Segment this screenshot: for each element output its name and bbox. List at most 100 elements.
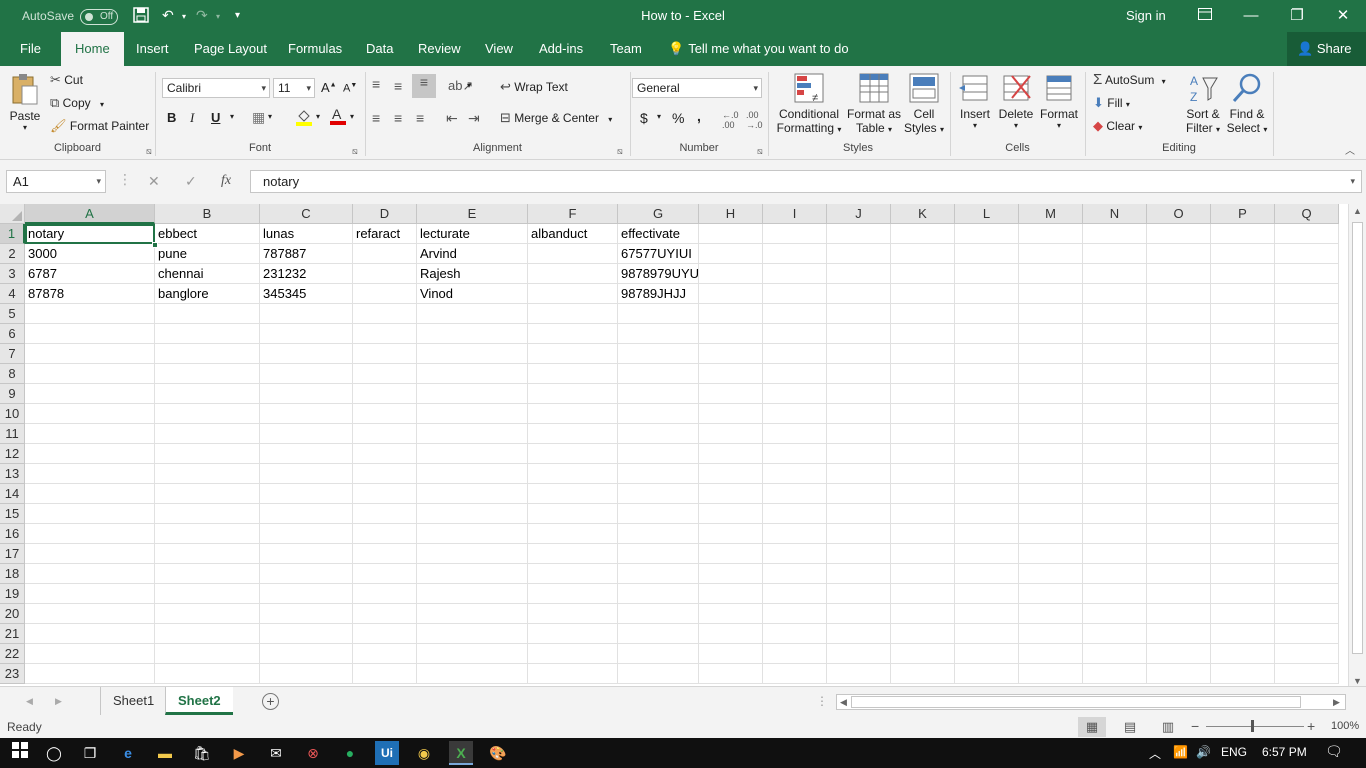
cell[interactable] bbox=[528, 644, 618, 664]
align-center-icon[interactable]: ≡ bbox=[394, 110, 402, 126]
row-header[interactable]: 14 bbox=[0, 484, 25, 504]
cell[interactable] bbox=[155, 524, 260, 544]
cell[interactable] bbox=[353, 384, 417, 404]
cell[interactable] bbox=[891, 304, 955, 324]
app-icon[interactable]: ⊗ bbox=[301, 741, 325, 765]
cell[interactable] bbox=[417, 404, 528, 424]
cell[interactable] bbox=[955, 344, 1019, 364]
cell[interactable] bbox=[1275, 464, 1339, 484]
cell[interactable] bbox=[763, 524, 827, 544]
row-header[interactable]: 19 bbox=[0, 584, 25, 604]
network-icon[interactable]: 📶 bbox=[1173, 745, 1188, 759]
cell[interactable] bbox=[827, 484, 891, 504]
cell[interactable] bbox=[1275, 524, 1339, 544]
cell[interactable] bbox=[955, 664, 1019, 684]
cell[interactable] bbox=[155, 624, 260, 644]
cell[interactable] bbox=[1275, 404, 1339, 424]
cell[interactable] bbox=[955, 284, 1019, 304]
cell[interactable] bbox=[699, 324, 763, 344]
mail-icon[interactable]: ✉ bbox=[264, 741, 288, 765]
column-header-b[interactable]: B bbox=[155, 204, 260, 224]
cell[interactable] bbox=[528, 404, 618, 424]
align-left-icon[interactable]: ≡ bbox=[372, 110, 380, 126]
cell[interactable] bbox=[699, 244, 763, 264]
fill-button[interactable]: ⬇ Fill ▾ bbox=[1093, 95, 1130, 111]
row-header[interactable]: 7 bbox=[0, 344, 25, 364]
cell[interactable] bbox=[1275, 384, 1339, 404]
cell[interactable] bbox=[1275, 664, 1339, 684]
cell[interactable] bbox=[155, 304, 260, 324]
cell[interactable] bbox=[155, 444, 260, 464]
cell[interactable] bbox=[618, 304, 699, 324]
cell[interactable] bbox=[763, 584, 827, 604]
column-header-c[interactable]: C bbox=[260, 204, 353, 224]
cell[interactable] bbox=[528, 344, 618, 364]
cell[interactable]: banglore bbox=[155, 284, 260, 304]
cell[interactable] bbox=[353, 584, 417, 604]
row-header[interactable]: 20 bbox=[0, 604, 25, 624]
decrease-decimal-icon[interactable]: .00 →.0 bbox=[746, 110, 763, 130]
alignment-launcher-icon[interactable]: ⧅ bbox=[617, 146, 623, 157]
cell[interactable] bbox=[417, 344, 528, 364]
cell[interactable] bbox=[763, 224, 827, 244]
horizontal-scroll-thumb[interactable] bbox=[851, 696, 1301, 708]
tab-add-ins[interactable]: Add-ins bbox=[539, 32, 583, 66]
cell[interactable] bbox=[955, 364, 1019, 384]
split-handle-icon[interactable]: ⋮ bbox=[816, 694, 828, 708]
cell[interactable] bbox=[763, 344, 827, 364]
cell[interactable] bbox=[528, 464, 618, 484]
cell[interactable] bbox=[763, 444, 827, 464]
cell[interactable] bbox=[699, 384, 763, 404]
borders-dropdown-icon[interactable]: ▾ bbox=[268, 112, 272, 121]
top-align-icon[interactable]: ≡ bbox=[372, 76, 380, 92]
cell[interactable] bbox=[155, 324, 260, 344]
cell[interactable] bbox=[260, 524, 353, 544]
cell[interactable] bbox=[417, 304, 528, 324]
tab-home[interactable]: Home bbox=[61, 32, 124, 66]
row-header[interactable]: 21 bbox=[0, 624, 25, 644]
row-header[interactable]: 6 bbox=[0, 324, 25, 344]
cell[interactable] bbox=[1211, 524, 1275, 544]
format-painter-button[interactable]: 🖌 Format Painter bbox=[50, 118, 149, 134]
cell[interactable] bbox=[699, 524, 763, 544]
cell[interactable] bbox=[417, 464, 528, 484]
orientation-dropdown-icon[interactable]: ▾ bbox=[467, 81, 471, 90]
cell[interactable] bbox=[417, 624, 528, 644]
cell[interactable] bbox=[618, 604, 699, 624]
task-view-icon[interactable]: ❐ bbox=[78, 741, 102, 765]
cell[interactable] bbox=[1211, 264, 1275, 284]
cell[interactable] bbox=[763, 624, 827, 644]
cell[interactable] bbox=[1019, 544, 1083, 564]
column-header-e[interactable]: E bbox=[417, 204, 528, 224]
cell[interactable] bbox=[1147, 484, 1211, 504]
cell[interactable] bbox=[417, 424, 528, 444]
row-header[interactable]: 11 bbox=[0, 424, 25, 444]
cell[interactable] bbox=[1211, 564, 1275, 584]
tab-formulas[interactable]: Formulas bbox=[288, 32, 342, 66]
cell[interactable] bbox=[1147, 504, 1211, 524]
cell[interactable] bbox=[827, 404, 891, 424]
cell[interactable] bbox=[827, 544, 891, 564]
delete-cells-button[interactable]: Delete ▾ bbox=[996, 72, 1036, 130]
cell[interactable] bbox=[763, 304, 827, 324]
cell[interactable] bbox=[528, 544, 618, 564]
cell[interactable] bbox=[891, 644, 955, 664]
cell[interactable] bbox=[699, 364, 763, 384]
cell[interactable] bbox=[1147, 284, 1211, 304]
cell[interactable]: albanduct bbox=[528, 224, 618, 244]
scroll-left-icon[interactable]: ◀ bbox=[840, 697, 847, 708]
cell[interactable] bbox=[1019, 324, 1083, 344]
cell[interactable] bbox=[827, 424, 891, 444]
cell[interactable] bbox=[417, 364, 528, 384]
column-header-h[interactable]: H bbox=[699, 204, 763, 224]
column-header-l[interactable]: L bbox=[955, 204, 1019, 224]
cell[interactable] bbox=[891, 524, 955, 544]
cell[interactable] bbox=[891, 264, 955, 284]
next-sheet-icon[interactable]: ▶ bbox=[55, 696, 62, 707]
cell[interactable] bbox=[891, 424, 955, 444]
cell[interactable] bbox=[763, 384, 827, 404]
cell[interactable] bbox=[417, 604, 528, 624]
cell[interactable] bbox=[353, 424, 417, 444]
cell[interactable] bbox=[353, 304, 417, 324]
font-color-dropdown-icon[interactable]: ▾ bbox=[350, 112, 354, 121]
